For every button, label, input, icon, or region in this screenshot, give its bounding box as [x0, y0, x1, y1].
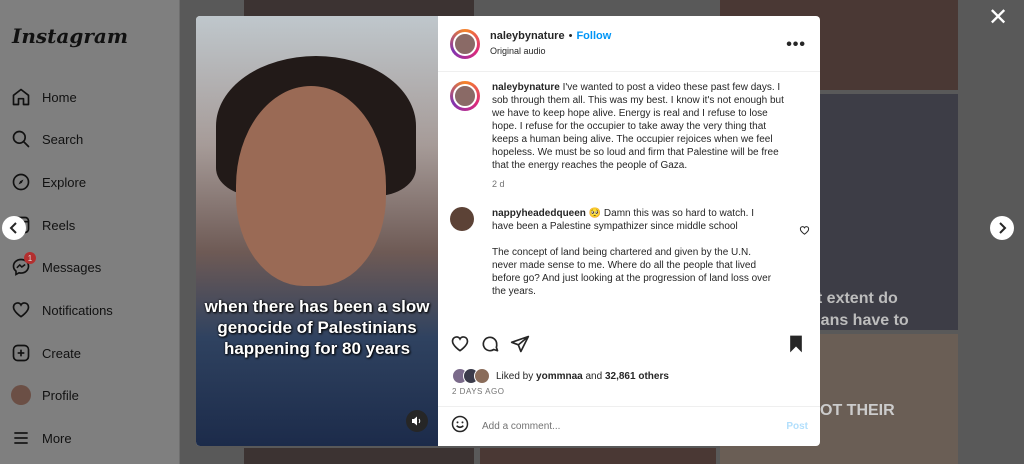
sidebar-item-messages[interactable]: 1 Messages	[10, 252, 170, 282]
heart-icon	[799, 226, 810, 235]
sidebar-item-label: More	[42, 430, 72, 446]
commenter-avatar[interactable]	[450, 207, 474, 231]
sidebar-item-label: Create	[42, 345, 82, 361]
sidebar-item-notifications[interactable]: Notifications	[10, 295, 170, 325]
notification-badge: 1	[24, 252, 36, 264]
home-icon	[10, 86, 32, 108]
sidebar-item-label: Reels	[42, 217, 76, 233]
liked-by-and: and	[585, 370, 603, 382]
caption-block: naleybynature I've wanted to post a vide…	[450, 81, 808, 191]
caption-time[interactable]: 2 d	[492, 178, 792, 191]
bg-overlay-text: OT THEIR	[820, 402, 895, 419]
liked-by-user[interactable]: yommnaa	[536, 371, 583, 382]
share-button[interactable]	[510, 334, 532, 356]
speaker-icon	[412, 416, 421, 426]
sidebar-item-label: Search	[42, 131, 84, 147]
reel-video[interactable]: when there has been a slow genocide of P…	[196, 16, 438, 446]
mute-button[interactable]	[406, 410, 428, 432]
comment-button[interactable]	[480, 334, 502, 356]
sidebar-item-label: Profile	[42, 387, 79, 403]
comment-input[interactable]: Add a comment...	[482, 421, 786, 432]
more-options-button[interactable]: •••	[786, 36, 806, 54]
add-comment-bar: Add a comment... Post	[438, 406, 820, 446]
post-header: naleybynature • Follow Original audio •••	[438, 16, 820, 72]
bg-overlay-text: at extent do	[808, 290, 898, 307]
close-button[interactable]: ✕	[986, 6, 1010, 30]
post-actions	[450, 334, 808, 356]
save-button[interactable]	[786, 334, 808, 356]
author-username[interactable]: naleybynature	[490, 30, 565, 42]
sidebar-item-label: Explore	[42, 174, 87, 190]
avatar	[11, 385, 31, 405]
chevron-right-icon	[999, 222, 1007, 234]
sidebar-item-home[interactable]: Home	[10, 82, 170, 112]
comment-item: nappyheadedqueen 🥺 Damn this was so hard…	[450, 207, 808, 298]
emoji-button[interactable]	[450, 414, 470, 439]
sidebar-item-search[interactable]: Search	[10, 124, 170, 154]
previous-post-button[interactable]	[2, 216, 26, 240]
heart-icon	[10, 299, 32, 321]
bg-tile[interactable]	[480, 448, 716, 464]
comment-author[interactable]: nappyheadedqueen	[492, 208, 586, 219]
sidebar-item-label: Home	[42, 89, 77, 105]
sidebar-item-reels[interactable]: Reels	[10, 210, 170, 240]
post-comment-button[interactable]: Post	[786, 421, 808, 432]
send-icon	[510, 335, 530, 353]
like-button[interactable]	[450, 334, 472, 356]
caption-author[interactable]: naleybynature	[492, 82, 560, 93]
author-avatar[interactable]	[450, 28, 480, 59]
separator-dot: •	[568, 29, 573, 42]
video-frame-face	[236, 86, 386, 286]
heart-icon	[451, 336, 469, 352]
follow-button[interactable]: Follow	[576, 30, 611, 42]
menu-icon	[10, 427, 32, 449]
sidebar-item-explore[interactable]: Explore	[10, 167, 170, 197]
compass-icon	[10, 171, 32, 193]
search-icon	[10, 128, 32, 150]
likes-summary: Liked by yommnaa and 32,861 others	[452, 368, 669, 384]
post-modal: when there has been a slow genocide of P…	[196, 16, 820, 446]
plus-square-icon	[10, 342, 32, 364]
sidebar-item-label: Messages	[42, 259, 102, 275]
bookmark-icon	[790, 335, 802, 353]
comments-section[interactable]: naleybynature I've wanted to post a vide…	[438, 73, 820, 324]
sidebar: Instagram Home Search Explore Reels 1 Me…	[0, 0, 180, 464]
sidebar-item-label: Notifications	[42, 302, 113, 318]
liked-by-prefix: Liked by	[496, 370, 534, 382]
like-comment-button[interactable]	[799, 223, 810, 241]
next-post-button[interactable]	[990, 216, 1014, 240]
bg-tile[interactable]	[244, 448, 474, 464]
comment-icon	[482, 336, 499, 352]
likers-avatars	[452, 368, 492, 384]
post-details-panel: naleybynature • Follow Original audio ••• …	[438, 16, 820, 446]
sidebar-item-more[interactable]: More	[10, 423, 170, 453]
comment-text-continued: The concept of land being chartered and …	[492, 247, 772, 297]
smiley-icon	[451, 415, 469, 433]
liked-count[interactable]: 32,861 others	[605, 371, 669, 382]
video-caption-overlay: when there has been a slow genocide of P…	[204, 297, 430, 358]
sidebar-item-profile[interactable]: Profile	[10, 380, 170, 410]
bg-tile[interactable]	[244, 0, 474, 16]
instagram-logo[interactable]: Instagram	[12, 24, 128, 48]
messenger-icon: 1	[10, 252, 36, 278]
post-date[interactable]: 2 DAYS AGO	[452, 387, 504, 396]
chevron-left-icon	[9, 222, 17, 234]
caption-author-avatar[interactable]	[450, 81, 480, 111]
audio-label[interactable]: Original audio	[490, 44, 611, 59]
comment-emoji: 🥺	[588, 208, 602, 219]
sidebar-item-create[interactable]: Create	[10, 338, 170, 368]
caption-text: I've wanted to post a video these past f…	[492, 82, 784, 171]
